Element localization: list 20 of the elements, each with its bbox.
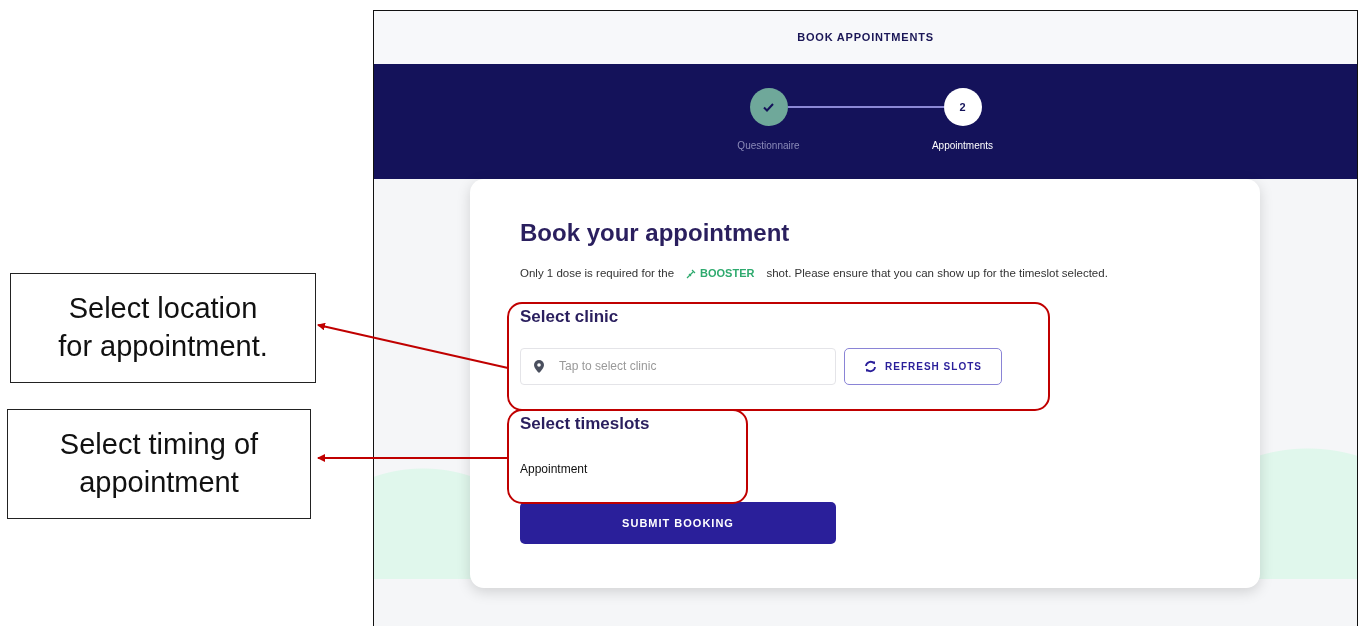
refresh-icon (864, 359, 878, 373)
section-title: Select clinic (520, 306, 620, 329)
step-label: Appointments (931, 139, 994, 153)
intro-text: Only 1 dose is required for the (520, 266, 675, 281)
section-title: Select timeslots (520, 412, 651, 435)
card-title: Book your appointment (520, 218, 791, 248)
syringe-icon (686, 268, 697, 279)
callout-box: Select location for appointment. (10, 273, 316, 383)
callout-box: Select timing of appointment (7, 409, 311, 519)
appointment-label: Appointment (520, 461, 589, 479)
location-pin-icon (534, 359, 544, 373)
page-title: BOOK APPOINTMENTS (797, 30, 934, 46)
clinic-field[interactable]: Tap to select clinic (520, 347, 836, 385)
step-label: Questionnaire (737, 139, 800, 153)
booster-tag: BOOSTER (686, 265, 755, 282)
intro-text: shot. Please ensure that you can show up for the timeslot selected. (766, 266, 1108, 281)
refresh-slots-button[interactable]: REFRESH SLOTS (844, 347, 1002, 385)
check-icon (763, 102, 774, 112)
step-number: 2 (943, 88, 982, 126)
submit-booking-button[interactable]: SUBMIT BOOKING (520, 502, 836, 545)
